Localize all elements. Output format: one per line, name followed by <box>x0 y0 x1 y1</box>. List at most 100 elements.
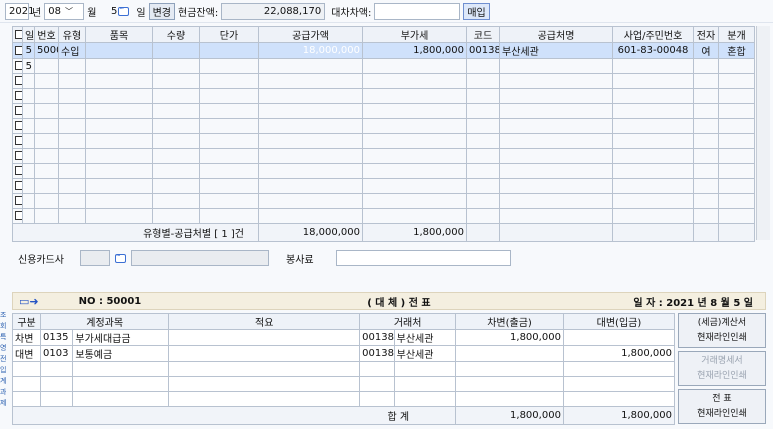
empty-cell[interactable] <box>199 118 259 134</box>
statement-print-button[interactable]: 거래명세서 현재라인인쇄 <box>678 351 766 386</box>
empty-cell[interactable] <box>693 88 719 104</box>
day-lookup-icon[interactable] <box>118 5 130 16</box>
empty-cell[interactable] <box>718 148 755 164</box>
empty-cell[interactable] <box>693 193 719 209</box>
empty-cell[interactable] <box>455 361 564 377</box>
empty-cell[interactable] <box>612 88 694 104</box>
empty-cell[interactable] <box>22 118 35 134</box>
empty-cell[interactable] <box>499 208 613 224</box>
vcell-account-code[interactable]: 0135 <box>40 329 74 346</box>
empty-cell[interactable] <box>152 178 200 194</box>
vcell-customer-code[interactable]: 00138 <box>359 345 395 362</box>
month-select[interactable]: 08 ﹀ <box>44 2 85 20</box>
empty-cell[interactable] <box>693 133 719 149</box>
cell-item[interactable] <box>85 42 153 59</box>
empty-cell[interactable] <box>499 73 613 89</box>
empty-cell[interactable] <box>612 103 694 119</box>
row-checkbox[interactable] <box>12 133 23 149</box>
empty-row[interactable] <box>12 178 755 194</box>
cell-code[interactable] <box>466 58 500 74</box>
empty-cell[interactable] <box>258 88 363 104</box>
empty-row[interactable] <box>12 208 755 224</box>
empty-cell[interactable] <box>258 178 363 194</box>
empty-cell[interactable] <box>466 133 500 149</box>
empty-cell[interactable] <box>612 163 694 179</box>
empty-cell[interactable] <box>22 133 35 149</box>
empty-cell[interactable] <box>168 391 361 407</box>
empty-cell[interactable] <box>362 73 467 89</box>
empty-cell[interactable] <box>466 73 500 89</box>
empty-cell[interactable] <box>11 391 42 407</box>
empty-cell[interactable] <box>58 103 86 119</box>
empty-cell[interactable] <box>455 376 564 392</box>
vcell-memo[interactable] <box>168 345 361 362</box>
empty-cell[interactable] <box>11 361 42 377</box>
cell-vendor[interactable]: 부산세관 <box>499 42 613 59</box>
empty-cell[interactable] <box>40 391 74 407</box>
voucher-row[interactable]: 차변 0135 부가세대급금 00138 부산세관 1,800,000 <box>11 329 676 346</box>
year-field[interactable]: 2021 <box>5 2 34 20</box>
empty-row[interactable] <box>12 118 755 134</box>
empty-cell[interactable] <box>199 148 259 164</box>
row-checkbox[interactable] <box>12 208 23 224</box>
empty-cell[interactable] <box>85 148 153 164</box>
empty-cell[interactable] <box>199 103 259 119</box>
empty-cell[interactable] <box>258 148 363 164</box>
empty-row[interactable] <box>12 163 755 179</box>
empty-cell[interactable] <box>499 88 613 104</box>
empty-cell[interactable] <box>85 103 153 119</box>
cell-vat[interactable] <box>362 58 467 74</box>
cell-vat[interactable]: 1,800,000 <box>362 42 467 59</box>
empty-cell[interactable] <box>199 163 259 179</box>
day-field[interactable]: 5 <box>99 3 133 20</box>
empty-cell[interactable] <box>58 208 86 224</box>
cell-qty[interactable] <box>152 42 200 59</box>
empty-cell[interactable] <box>258 103 363 119</box>
empty-cell[interactable] <box>693 178 719 194</box>
empty-cell[interactable] <box>34 88 59 104</box>
empty-cell[interactable] <box>562 361 676 377</box>
change-button[interactable]: 변경 <box>148 2 176 20</box>
select-all-checkbox[interactable] <box>12 26 23 43</box>
empty-cell[interactable] <box>466 103 500 119</box>
empty-cell[interactable] <box>612 118 694 134</box>
empty-cell[interactable] <box>85 133 153 149</box>
empty-cell[interactable] <box>72 391 170 407</box>
empty-cell[interactable] <box>359 391 395 407</box>
empty-cell[interactable] <box>718 193 755 209</box>
empty-cell[interactable] <box>499 148 613 164</box>
cell-journal[interactable] <box>718 58 755 74</box>
empty-cell[interactable] <box>152 73 200 89</box>
empty-cell[interactable] <box>362 133 467 149</box>
cell-qty[interactable] <box>152 58 200 74</box>
empty-cell[interactable] <box>362 148 467 164</box>
empty-cell[interactable] <box>612 208 694 224</box>
cell-electronic[interactable]: 여 <box>693 42 719 59</box>
empty-row[interactable] <box>12 73 755 89</box>
empty-cell[interactable] <box>499 133 613 149</box>
empty-cell[interactable] <box>466 193 500 209</box>
row-checkbox[interactable] <box>12 193 23 209</box>
empty-cell[interactable] <box>393 361 457 377</box>
row-checkbox[interactable] <box>12 58 23 74</box>
cell-electronic[interactable] <box>693 58 719 74</box>
vcell-account-code[interactable]: 0103 <box>40 345 74 362</box>
empty-cell[interactable] <box>718 118 755 134</box>
empty-cell[interactable] <box>58 178 86 194</box>
empty-row[interactable] <box>12 193 755 209</box>
empty-cell[interactable] <box>393 391 457 407</box>
empty-cell[interactable] <box>22 103 35 119</box>
empty-cell[interactable] <box>466 88 500 104</box>
empty-row[interactable] <box>12 133 755 149</box>
empty-cell[interactable] <box>199 208 259 224</box>
empty-cell[interactable] <box>85 88 153 104</box>
empty-cell[interactable] <box>22 163 35 179</box>
empty-cell[interactable] <box>152 103 200 119</box>
vcell-memo[interactable] <box>168 329 361 346</box>
row-checkbox[interactable] <box>12 118 23 134</box>
cell-item[interactable] <box>85 58 153 74</box>
empty-cell[interactable] <box>58 163 86 179</box>
empty-cell[interactable] <box>359 361 395 377</box>
empty-cell[interactable] <box>34 73 59 89</box>
vcell-debit[interactable]: 1,800,000 <box>455 329 564 346</box>
